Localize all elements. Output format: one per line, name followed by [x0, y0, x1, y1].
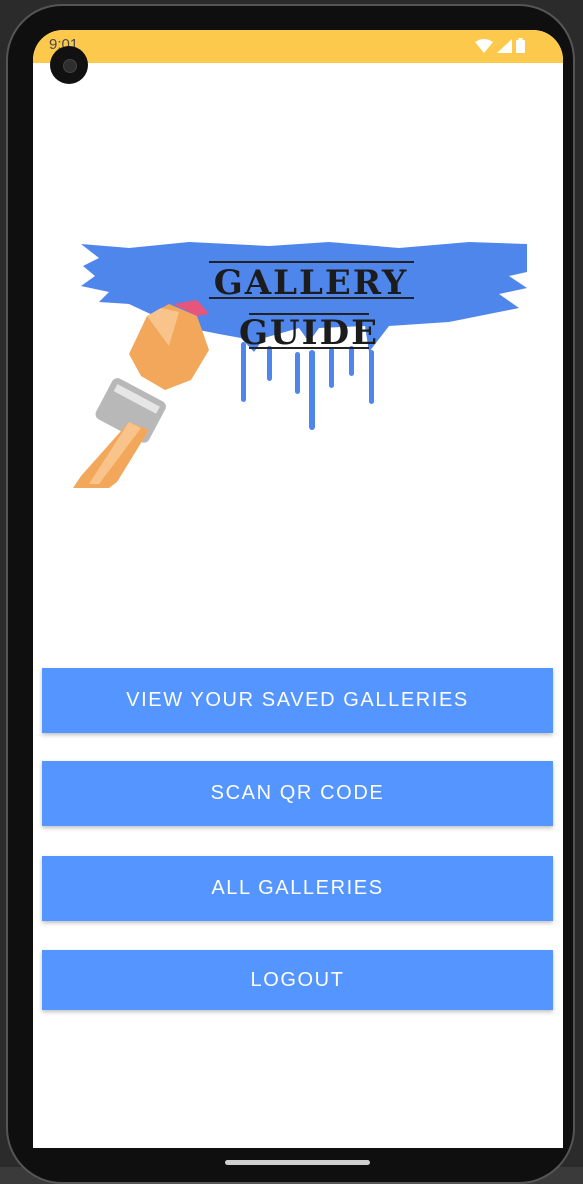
logout-button[interactable]: LOGOUT	[42, 950, 553, 1010]
wifi-icon	[475, 38, 493, 53]
paint-drip	[295, 352, 300, 394]
app-screen: 9:01 GALLERY GUIDE VIEW YOUR SAVED GALLE…	[33, 30, 563, 1148]
paint-drip	[309, 350, 315, 430]
camera-lens	[63, 59, 77, 73]
home-indicator[interactable]	[225, 1160, 370, 1165]
scan-qr-code-button[interactable]: SCAN QR CODE	[42, 761, 553, 826]
status-icons	[475, 38, 525, 53]
status-bar: 9:01	[33, 30, 563, 63]
battery-icon	[516, 38, 525, 53]
signal-icon	[497, 38, 512, 53]
all-galleries-button[interactable]: ALL GALLERIES	[42, 856, 553, 921]
gallery-guide-logo: GALLERY GUIDE	[73, 242, 527, 488]
paintbrush-icon	[73, 300, 209, 488]
view-saved-galleries-button[interactable]: VIEW YOUR SAVED GALLERIES	[42, 668, 553, 733]
device-frame: 9:01 GALLERY GUIDE VIEW YOUR SAVED GALLE…	[0, 0, 583, 1184]
paint-drip	[329, 348, 334, 388]
front-camera	[50, 46, 88, 84]
logo-title-line1: GALLERY	[214, 263, 409, 303]
paint-drip	[369, 350, 374, 404]
logo-title-line2: GUIDE	[239, 313, 379, 353]
